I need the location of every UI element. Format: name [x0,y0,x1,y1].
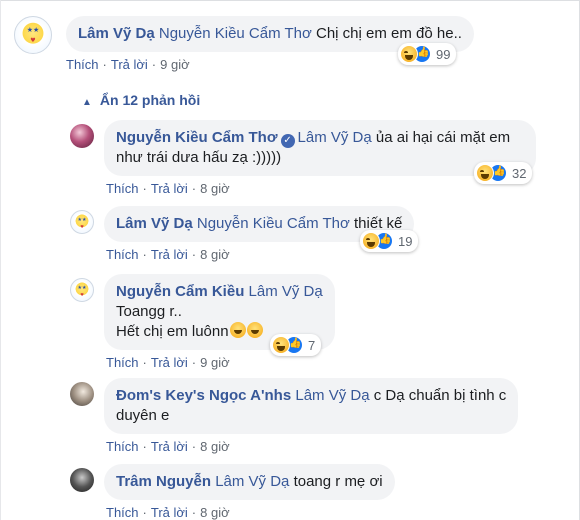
haha-reaction-icon [400,45,418,63]
like-button[interactable]: Thích [106,181,139,196]
reply-button[interactable]: Trả lời [151,439,188,454]
reply-author[interactable]: Nguyễn Kiều Cẩm Thơ [116,129,278,146]
like-button[interactable]: Thích [106,355,139,370]
like-button[interactable]: Thích [66,57,99,72]
haha-reaction-icon [476,164,494,182]
reply-timestamp[interactable]: 8 giờ [200,439,230,454]
avatar[interactable]: ★★ ♥ [70,210,94,234]
separator-dot: · [191,505,197,520]
chevron-up-icon: ▲ [82,97,92,108]
haha-reaction-icon [272,336,290,354]
hide-replies-label: Ẩn 12 phản hồi [99,92,201,108]
reply-item: Trâm Nguyễn Lâm Vỹ Dạ toang r mẹ ơi Thíc… [70,464,395,520]
comment-timestamp[interactable]: 9 giờ [160,57,190,72]
reply-timestamp[interactable]: 8 giờ [200,505,230,520]
reply-bubble: Trâm Nguyễn Lâm Vỹ Dạ toang r mẹ ơi [104,464,395,500]
reply-text-line2: như trái dưa hấu zạ :))))) [116,149,282,166]
reply-text-line2: Hết chị em luônn [116,323,229,340]
separator-dot: · [142,439,147,454]
separator-dot: · [142,247,147,262]
haha-reaction-icon [362,232,380,250]
frame-left-border [0,0,1,520]
hide-replies-link[interactable]: ▲ Ẩn 12 phản hồi [82,92,200,108]
avatar-logo-mark: ★★ [77,217,87,223]
comment-text: Chị chị em em đồ he.. [311,25,462,42]
reply-button[interactable]: Trả lời [151,505,188,520]
reply-timestamp[interactable]: 8 giờ [200,181,230,196]
reply-button[interactable]: Trả lời [151,355,188,370]
reply-mention[interactable]: Lâm Vỹ Dạ [295,387,369,404]
reply-text-line1: c Dạ chuẩn bị tình c [369,387,507,404]
reply-actions: Thích · Trả lời · 8 giờ [106,505,395,520]
separator-dot: · [191,247,197,262]
comment-author[interactable]: Lâm Vỹ Dạ [78,25,155,42]
reply-button[interactable]: Trả lời [151,247,188,262]
reply-text-line2: duyên e [116,407,170,424]
avatar[interactable]: ★★ ♥ [70,278,94,302]
reply-button[interactable]: Trả lời [151,181,188,196]
frame-top-border [0,0,580,1]
laughing-emoji-icon [246,322,263,338]
separator-dot: · [191,181,197,196]
reaction-count: 19 [398,233,413,249]
avatar[interactable]: ★★ ♥ [14,16,52,54]
reply-timestamp[interactable]: 8 giờ [200,247,230,262]
separator-dot: · [142,505,147,520]
reply-mention[interactable]: Lâm Vỹ Dạ [249,283,323,300]
reply-item: Đom's Key's Ngọc A'nhs Lâm Vỹ Dạ c Dạ ch… [70,378,519,454]
separator-dot: · [142,181,147,196]
separator-dot: · [191,439,197,454]
reply-author[interactable]: Trâm Nguyễn [116,473,211,490]
reply-actions: Thích · Trả lời · 8 giờ [106,439,518,454]
reply-item: Nguyễn Kiều Cẩm Thơ ✓ Lâm Vỹ Dạ ủa ai hại … [70,120,536,196]
separator-dot: · [151,57,157,72]
reply-text-line1: Toangg r.. [116,303,182,320]
avatar-logo-mark-sub: ♥ [80,292,84,297]
avatar-logo-mark: ★★ [77,285,87,291]
reaction-count: 32 [512,165,527,181]
reaction-summary[interactable]: 19 [360,230,419,252]
avatar-logo-mark-sub: ♥ [30,37,36,44]
reaction-summary[interactable]: 32 [474,162,533,184]
avatar[interactable] [70,124,94,148]
separator-dot: · [191,355,197,370]
reply-mention[interactable]: Lâm Vỹ Dạ [298,129,372,146]
reply-timestamp[interactable]: 9 giờ [200,355,230,370]
reaction-summary[interactable]: 7 [270,334,322,356]
verified-badge-icon: ✓ [280,134,295,148]
reply-text: toang r mẹ ơi [289,473,383,490]
reply-bubble: Đom's Key's Ngọc A'nhs Lâm Vỹ Dạ c Dạ ch… [104,378,519,434]
like-button[interactable]: Thích [106,439,139,454]
comment-mention[interactable]: Nguyễn Kiều Cẩm Thơ [159,25,312,42]
separator-dot: · [142,355,147,370]
avatar-logo-mark: ★★ [26,26,40,34]
reply-bubble: Nguyễn Kiều Cẩm Thơ ✓ Lâm Vỹ Dạ ủa ai hại … [104,120,536,176]
like-button[interactable]: Thích [106,505,139,520]
reaction-count: 99 [436,46,451,62]
reply-author[interactable]: Lâm Vỹ Dạ [116,215,193,232]
reply-button[interactable]: Trả lời [111,57,148,72]
reaction-summary[interactable]: 99 [398,43,457,65]
like-button[interactable]: Thích [106,247,139,262]
avatar[interactable] [70,382,94,406]
laughing-emoji-icon [229,322,246,338]
reply-mention[interactable]: Lâm Vỹ Dạ [215,473,289,490]
avatar[interactable] [70,468,94,492]
reply-actions: Thích · Trả lời · 9 giờ [106,355,335,370]
reply-actions: Thích · Trả lời · 8 giờ [106,181,536,196]
reply-author[interactable]: Nguyễn Cẩm Kiều [116,283,244,300]
reply-author[interactable]: Đom's Key's Ngọc A'nhs [116,387,291,404]
reaction-count: 7 [308,337,316,353]
avatar-logo-mark-sub: ♥ [80,224,84,229]
reply-mention[interactable]: Nguyễn Kiều Cẩm Thơ [197,215,350,232]
separator-dot: · [102,57,107,72]
reply-text-line1: ủa ai hại cái mặt em [371,129,511,146]
